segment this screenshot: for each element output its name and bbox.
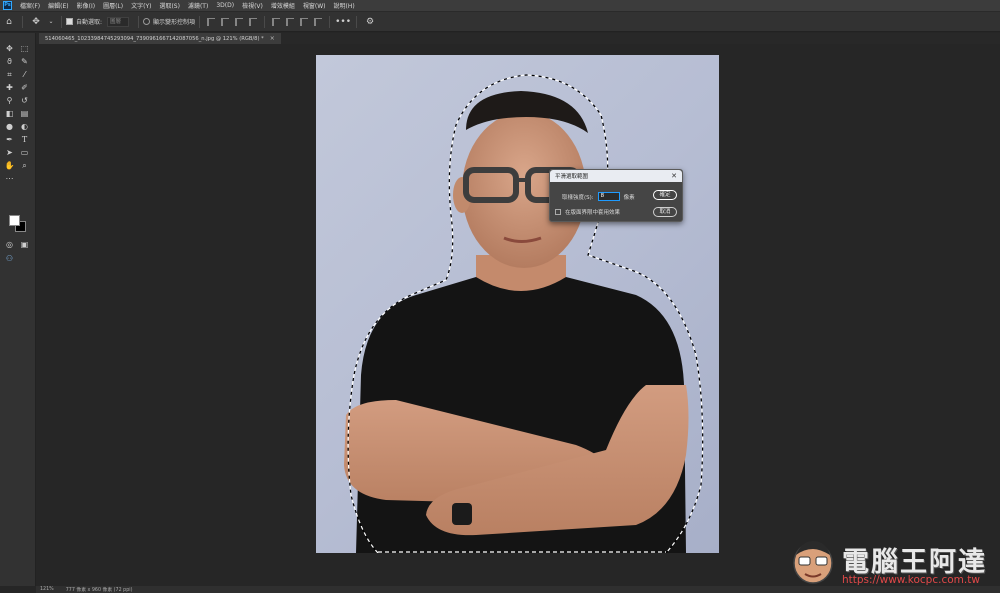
edit-toolbar-icon[interactable]: ⚇ — [3, 253, 16, 265]
show-transform-label: 顯示變形控制項 — [153, 19, 196, 26]
divider — [61, 15, 62, 28]
move-tool-preset-icon[interactable]: ✥ — [30, 16, 42, 28]
more-icon[interactable]: ⋯ — [3, 173, 16, 185]
menu-window[interactable]: 視窗(W) — [299, 1, 330, 10]
close-icon[interactable]: ✕ — [671, 172, 677, 180]
shape-icon[interactable]: ▭ — [18, 147, 31, 159]
marquee-icon[interactable]: ⬚ — [18, 43, 31, 55]
align-top-icon[interactable] — [272, 17, 281, 26]
close-icon[interactable]: × — [270, 35, 275, 42]
menu-image[interactable]: 影像(I) — [73, 1, 99, 10]
apply-canvas-checkbox[interactable] — [555, 209, 561, 215]
healing-icon[interactable]: ✚ — [3, 82, 16, 94]
divider — [264, 15, 266, 28]
menu-type[interactable]: 文字(Y) — [127, 1, 155, 10]
sample-radius-input[interactable]: 8 — [597, 192, 620, 201]
watermark: 電腦王阿達 https://www.kocpc.com.tw — [790, 531, 1000, 591]
path-select-icon[interactable]: ➤ — [3, 147, 16, 159]
dialog-titlebar: 平滑選取範圍 ✕ — [550, 170, 682, 182]
divider — [329, 15, 331, 28]
brush-icon[interactable]: ✐ — [18, 82, 31, 94]
more-options-icon[interactable]: ••• — [335, 16, 351, 28]
home-icon[interactable]: ⌂ — [3, 16, 15, 28]
blur-icon[interactable]: ● — [3, 121, 16, 133]
apply-canvas-label: 在版面界限中套用效果 — [565, 210, 621, 216]
distribute-horizontal-icon[interactable] — [314, 17, 323, 26]
menu-view[interactable]: 檢視(V) — [238, 1, 267, 10]
auto-select-dropdown[interactable]: 圖層 — [107, 16, 130, 27]
mascot-logo-icon — [793, 541, 833, 584]
auto-select-label: 自動選取: — [76, 19, 103, 26]
chevron-down-icon[interactable]: ⌄ — [48, 16, 54, 28]
dodge-icon[interactable]: ◐ — [18, 121, 31, 133]
tools-panel: ✥ ⬚ ϑ ✎ ⌗ ⁄ ✚ ✐ ⚲ ↺ ◧ ▤ ● ◐ ✒ T ➤ ▭ ✋ ⌕ … — [0, 33, 36, 586]
quick-select-icon[interactable]: ✎ — [18, 56, 31, 68]
crop-icon[interactable]: ⌗ — [3, 69, 16, 81]
type-icon[interactable]: T — [18, 134, 31, 146]
menu-plugins[interactable]: 增效模組 — [267, 1, 299, 10]
document-tab-bar: 514060465_10233984745293094_739096166714… — [36, 33, 1000, 44]
document-tab-title: 514060465_10233984745293094_739096166714… — [45, 35, 264, 42]
hand-icon[interactable]: ✋ — [3, 160, 16, 172]
pen-icon[interactable]: ✒ — [3, 134, 16, 146]
clone-stamp-icon[interactable]: ⚲ — [3, 95, 16, 107]
menu-help[interactable]: 說明(H) — [330, 1, 359, 10]
quick-mask-icon[interactable]: ◎ — [3, 239, 16, 251]
divider — [22, 15, 23, 28]
divider — [138, 15, 140, 28]
menu-filter[interactable]: 濾鏡(T) — [184, 1, 212, 10]
sample-radius-label: 取樣強度(S): — [562, 194, 594, 201]
align-bottom-icon[interactable] — [300, 17, 309, 26]
cancel-button[interactable]: 取消 — [653, 207, 677, 217]
photoshop-logo-icon: Ps — [3, 1, 12, 10]
lasso-icon[interactable]: ϑ — [3, 56, 16, 68]
gradient-icon[interactable]: ▤ — [18, 108, 31, 120]
divider — [356, 15, 358, 28]
menu-bar: Ps 檔案(F) 編輯(E) 影像(I) 圖層(L) 文字(Y) 選取(S) 濾… — [0, 0, 1000, 12]
auto-select-checkbox[interactable] — [66, 18, 73, 25]
move-icon[interactable]: ✥ — [3, 43, 16, 55]
options-bar: ⌂ ✥ ⌄ 自動選取: 圖層 顯示變形控制項 ••• ⚙ — [0, 12, 1000, 32]
ok-button[interactable]: 確定 — [653, 190, 677, 200]
document-tab[interactable]: 514060465_10233984745293094_739096166714… — [39, 33, 281, 44]
align-center-icon[interactable] — [221, 17, 230, 26]
menu-edit[interactable]: 編輯(E) — [44, 1, 72, 10]
document-size: 777 像素 x 960 像素 (72 ppi) — [65, 588, 133, 593]
smooth-selection-dialog: 平滑選取範圍 ✕ 取樣強度(S): 8 像素 在版面界限中套用效果 確定 取消 — [549, 169, 683, 222]
wristwatch — [452, 503, 472, 525]
watermark-url: https://www.kocpc.com.tw — [842, 574, 980, 586]
history-brush-icon[interactable]: ↺ — [18, 95, 31, 107]
distribute-vertical-icon[interactable] — [249, 17, 258, 26]
apply-canvas-row: 在版面界限中套用效果 — [555, 208, 620, 216]
zoom-icon[interactable]: ⌕ — [18, 160, 31, 172]
menu-select[interactable]: 選取(S) — [155, 1, 184, 10]
align-middle-icon[interactable] — [286, 17, 295, 26]
align-left-icon[interactable] — [207, 17, 216, 26]
sample-radius-row: 取樣強度(S): 8 像素 — [562, 192, 635, 201]
eraser-icon[interactable]: ◧ — [3, 108, 16, 120]
show-transform-checkbox[interactable] — [143, 18, 151, 25]
menu-3d[interactable]: 3D(D) — [212, 2, 238, 9]
settings-icon[interactable]: ⚙ — [364, 16, 376, 28]
portrait-photo — [344, 74, 704, 553]
eyedropper-icon[interactable]: ⁄ — [18, 69, 31, 81]
divider — [199, 15, 201, 28]
menu-layer[interactable]: 圖層(L) — [99, 1, 127, 10]
zoom-level[interactable]: 121% — [40, 587, 54, 592]
align-right-icon[interactable] — [235, 17, 244, 26]
screen-mode-icon[interactable]: ▣ — [18, 239, 31, 251]
dialog-title: 平滑選取範圍 — [555, 174, 589, 180]
foreground-color-swatch[interactable] — [9, 215, 20, 226]
sample-radius-unit: 像素 — [623, 194, 635, 201]
document-canvas[interactable] — [316, 55, 719, 553]
menu-file[interactable]: 檔案(F) — [16, 1, 44, 10]
